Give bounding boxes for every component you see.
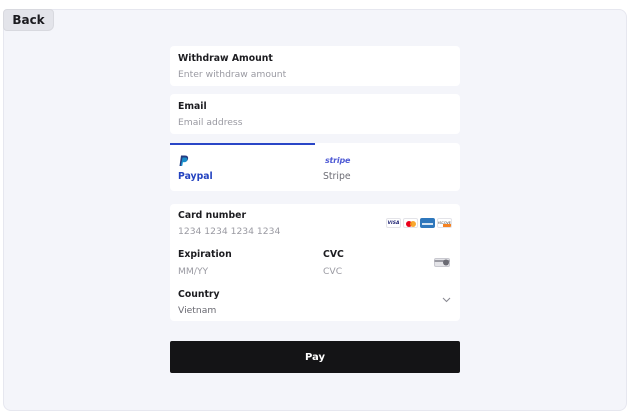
discover-icon: DISCOVER bbox=[437, 218, 452, 228]
email-field: Email bbox=[170, 94, 460, 134]
expiration-label: Expiration bbox=[178, 249, 232, 260]
tab-paypal-label: Paypal bbox=[178, 171, 213, 182]
tab-stripe[interactable]: stripe Stripe bbox=[315, 143, 460, 191]
back-button[interactable]: Back bbox=[3, 9, 54, 31]
withdraw-amount-label: Withdraw Amount bbox=[178, 53, 273, 64]
email-label: Email bbox=[178, 101, 207, 112]
email-input[interactable] bbox=[178, 116, 448, 128]
stripe-logo: stripe bbox=[325, 156, 351, 165]
pay-button[interactable]: Pay bbox=[170, 341, 460, 373]
card-number-input[interactable] bbox=[178, 225, 378, 237]
country-label: Country bbox=[178, 289, 220, 300]
paypal-icon bbox=[179, 155, 189, 166]
withdraw-amount-field: Withdraw Amount bbox=[170, 46, 460, 86]
card-brands: VISA DISCOVER bbox=[386, 218, 452, 228]
visa-icon: VISA bbox=[386, 218, 401, 228]
mastercard-icon bbox=[403, 218, 418, 228]
withdraw-amount-input[interactable] bbox=[178, 68, 448, 80]
chevron-down-icon[interactable] bbox=[442, 297, 451, 303]
cvc-input[interactable] bbox=[323, 265, 423, 277]
cvc-label: CVC bbox=[323, 249, 344, 260]
cvc-card-icon bbox=[434, 258, 450, 267]
card-details-form: Card number VISA DISCOVER Expiration CVC… bbox=[170, 204, 460, 321]
tab-paypal[interactable]: Paypal bbox=[170, 143, 315, 191]
payment-method-tabs: Paypal stripe Stripe bbox=[170, 143, 460, 191]
amex-icon bbox=[420, 218, 435, 228]
card-number-label: Card number bbox=[178, 210, 247, 221]
expiration-input[interactable] bbox=[178, 265, 308, 277]
tab-stripe-label: Stripe bbox=[323, 171, 351, 182]
country-select[interactable]: Vietnam bbox=[178, 305, 448, 317]
